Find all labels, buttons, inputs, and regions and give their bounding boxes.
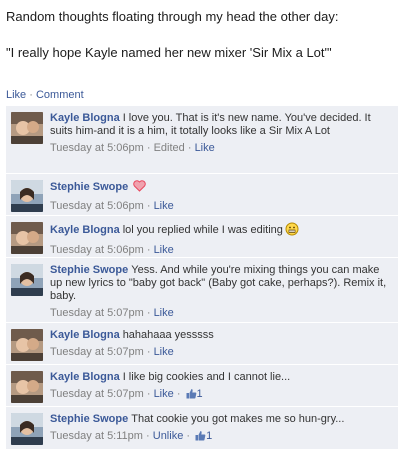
heart-icon <box>133 180 146 196</box>
separator: · <box>146 200 151 212</box>
comment-meta: Tuesday at 5:06pm · Edited · Like <box>50 142 392 155</box>
comment-like-link[interactable]: Like <box>154 346 174 358</box>
comment-text: lol you replied while I was editing <box>122 224 283 236</box>
comment-item: Kayle Blogna I like big cookies and I can… <box>6 365 398 407</box>
comment-list: Kayle Blogna I love you. That is it's new… <box>6 106 398 450</box>
comment-item: Stephie Swope Yess. And while you're mixi… <box>6 258 398 323</box>
comment-body: Kayle Blogna I like big cookies and I can… <box>50 371 392 384</box>
post-like-link[interactable]: Like <box>6 89 26 101</box>
avatar-kayle[interactable] <box>11 329 43 361</box>
comment-text: That cookie you got makes me so hun-gry.… <box>131 413 345 425</box>
comment-meta: Tuesday at 5:06pm · Like <box>50 200 392 213</box>
avatar-stephie[interactable] <box>11 180 43 212</box>
comment-author[interactable]: Kayle Blogna <box>50 371 120 383</box>
comment-timestamp[interactable]: Tuesday at 5:06pm <box>50 142 144 154</box>
grimace-smiley-icon <box>285 222 299 240</box>
thumbs-up-icon <box>186 388 197 403</box>
comment-body: Kayle Blogna lol you replied while I was … <box>50 222 392 240</box>
comment-item: Stephie Swope That cookie you got makes m… <box>6 407 398 450</box>
comment-like-link[interactable]: Like <box>154 307 174 319</box>
separator: · <box>187 142 192 154</box>
comment-item: Kayle Blogna I love you. That is it's new… <box>6 106 398 174</box>
comment-like-link[interactable]: Like <box>195 142 215 154</box>
comment-body: Stephie Swope <box>50 180 392 196</box>
comment-body: Kayle Blogna I love you. That is it's new… <box>50 112 392 138</box>
comment-author[interactable]: Stephie Swope <box>50 181 128 193</box>
like-count: 1 <box>206 430 213 442</box>
like-count-link[interactable]: 1 <box>193 430 212 442</box>
separator: · <box>146 307 151 319</box>
comment-unlike-link[interactable]: Unlike <box>153 430 184 442</box>
post-comment-link[interactable]: Comment <box>36 89 84 101</box>
like-count: 1 <box>196 388 203 400</box>
avatar-stephie[interactable] <box>11 413 43 445</box>
separator: · <box>146 346 151 358</box>
comment-meta: Tuesday at 5:07pm · Like <box>50 307 392 320</box>
separator: · <box>29 89 33 101</box>
comment-timestamp[interactable]: Tuesday at 5:06pm <box>50 244 144 256</box>
separator: · <box>176 388 181 400</box>
comment-timestamp[interactable]: Tuesday at 5:11pm <box>50 430 143 442</box>
comment-meta: Tuesday at 5:11pm · Unlike · 1 <box>50 430 392 445</box>
comment-item: Stephie Swope Tuesday at 5:06pm · Like <box>6 174 398 216</box>
comment-author[interactable]: Kayle Blogna <box>50 329 120 341</box>
status-text-line2: "I really hope Kayle named her new mixer… <box>6 45 332 60</box>
comment-author[interactable]: Kayle Blogna <box>50 224 120 236</box>
separator: · <box>146 244 151 256</box>
comment-author[interactable]: Stephie Swope <box>50 264 128 276</box>
comment-like-link[interactable]: Like <box>154 200 174 212</box>
comment-body: Stephie Swope Yess. And while you're mixi… <box>50 264 392 303</box>
comment-timestamp[interactable]: Tuesday at 5:07pm <box>50 388 144 400</box>
status-post: Random thoughts floating through my head… <box>6 8 400 61</box>
separator: · <box>146 142 151 154</box>
separator: · <box>146 388 151 400</box>
comment-text: hahahaaa yesssss <box>122 329 214 341</box>
avatar-stephie[interactable] <box>11 264 43 296</box>
separator: · <box>186 430 191 442</box>
avatar-kayle[interactable] <box>11 222 43 254</box>
comment-item: Kayle Blogna lol you replied while I was … <box>6 216 398 258</box>
separator: · <box>146 430 150 442</box>
avatar-kayle[interactable] <box>11 112 43 144</box>
comment-timestamp[interactable]: Tuesday at 5:07pm <box>50 346 144 358</box>
comment-item: Kayle Blogna hahahaaa yesssss Tuesday at … <box>6 323 398 365</box>
comment-meta: Tuesday at 5:07pm · Like · 1 <box>50 388 392 403</box>
like-count-link[interactable]: 1 <box>184 388 203 400</box>
comment-timestamp[interactable]: Tuesday at 5:06pm <box>50 200 144 212</box>
thumbs-up-icon <box>195 430 206 445</box>
comment-body: Kayle Blogna hahahaaa yesssss <box>50 329 392 342</box>
comment-timestamp[interactable]: Tuesday at 5:07pm <box>50 307 144 319</box>
post-actions: Like · Comment <box>6 89 84 101</box>
status-text-line1: Random thoughts floating through my head… <box>6 9 339 24</box>
comment-like-link[interactable]: Like <box>154 244 174 256</box>
avatar-kayle[interactable] <box>11 371 43 403</box>
comment-text: I like big cookies and I cannot lie... <box>122 371 291 383</box>
comment-meta: Tuesday at 5:06pm · Like <box>50 244 392 257</box>
comment-meta: Tuesday at 5:07pm · Like <box>50 346 392 359</box>
comment-author[interactable]: Kayle Blogna <box>50 112 120 124</box>
comment-author[interactable]: Stephie Swope <box>50 413 128 425</box>
edited-label[interactable]: Edited <box>154 142 185 154</box>
comment-like-link[interactable]: Like <box>154 388 174 400</box>
comment-body: Stephie Swope That cookie you got makes m… <box>50 413 392 426</box>
